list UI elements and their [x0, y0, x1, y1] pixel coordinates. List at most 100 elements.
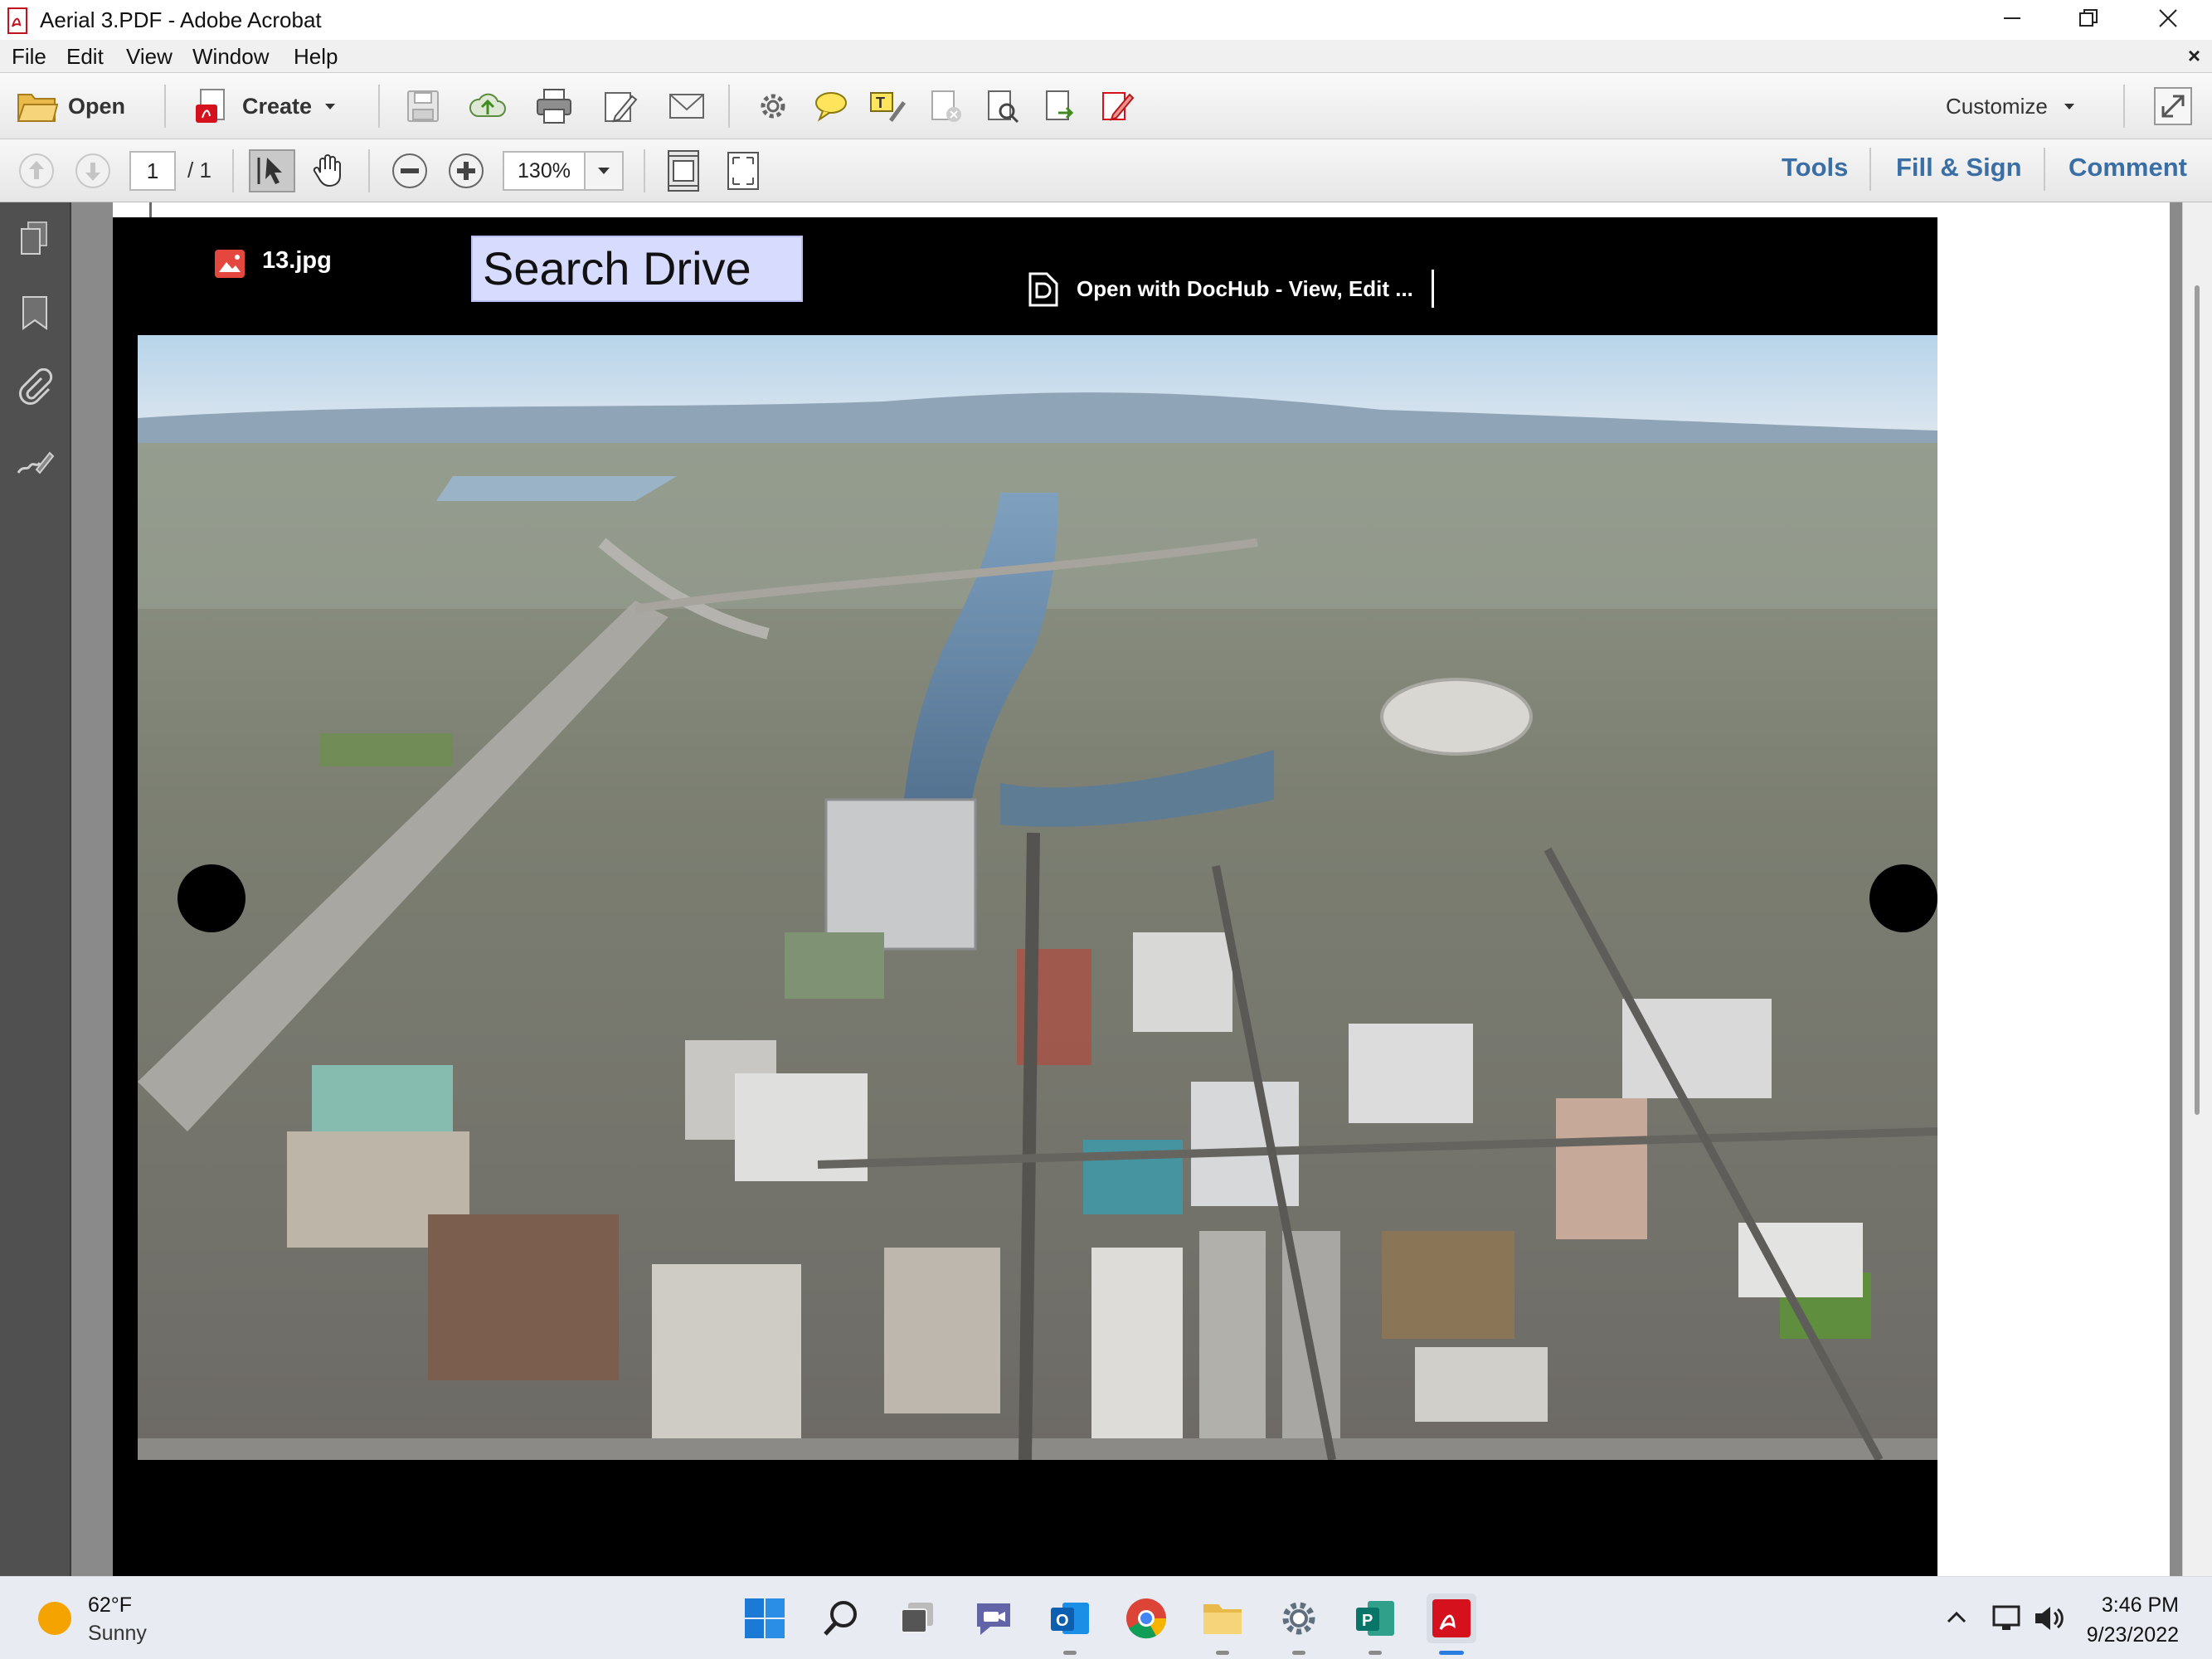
sign-document-icon[interactable]	[1096, 86, 1136, 126]
scrollbar-thumb[interactable]	[2195, 285, 2200, 1115]
comment-bubble-icon[interactable]	[811, 86, 851, 126]
comment-pane-link[interactable]: Comment	[2069, 153, 2187, 182]
create-pdf-icon	[196, 89, 225, 123]
cursor-select-icon	[257, 158, 282, 184]
teams-chat-button[interactable]	[969, 1593, 1018, 1643]
chevron-up-icon[interactable]	[1944, 1605, 1969, 1630]
task-view-button[interactable]	[892, 1593, 942, 1643]
highlight-text-icon[interactable]: T	[868, 86, 907, 126]
acrobat-icon	[1432, 1599, 1471, 1637]
svg-text:O: O	[1056, 1612, 1069, 1630]
customize-label: Customize	[1946, 93, 2048, 119]
next-page-icon[interactable]	[73, 151, 113, 191]
network-icon[interactable]	[1991, 1602, 2024, 1635]
open-button[interactable]: Open	[17, 83, 125, 129]
create-button[interactable]: Create	[192, 83, 338, 129]
toolbar-separator	[232, 149, 234, 192]
email-icon[interactable]	[667, 86, 707, 126]
menu-view[interactable]: View	[126, 43, 173, 70]
file-explorer-button[interactable]	[1198, 1593, 1247, 1655]
gear-icon	[1282, 1602, 1315, 1635]
print-icon[interactable]	[534, 86, 574, 126]
menu-window[interactable]: Window	[192, 43, 269, 70]
save-icon[interactable]	[403, 86, 443, 126]
outlook-icon: O	[1051, 1603, 1089, 1634]
clock-date[interactable]: 9/23/2022	[2087, 1623, 2179, 1647]
menu-edit[interactable]: Edit	[66, 43, 104, 70]
hand-tool-icon[interactable]	[309, 151, 348, 191]
page-number-input[interactable]: 1	[129, 151, 176, 191]
minimize-button[interactable]	[1976, 0, 2049, 36]
weather-temperature[interactable]: 62°F	[88, 1593, 132, 1618]
close-window-button[interactable]	[2132, 0, 2205, 36]
sunny-weather-icon[interactable]	[36, 1600, 73, 1637]
export-document-icon[interactable]	[1040, 86, 1080, 126]
file-name-label: 13.jpg	[262, 247, 332, 274]
open-with-label: Open with DocHub - View, Edit ...	[1077, 275, 1413, 301]
active-indicator	[1439, 1651, 1464, 1655]
start-button[interactable]	[740, 1593, 790, 1643]
taskbar-search-button[interactable]	[816, 1593, 866, 1643]
settings-button[interactable]	[1274, 1593, 1324, 1655]
attachments-paperclip-icon[interactable]	[15, 368, 55, 408]
open-label: Open	[68, 93, 126, 119]
edit-document-icon[interactable]	[600, 86, 640, 126]
divider	[1431, 270, 1434, 308]
tools-pane-link[interactable]: Tools	[1782, 153, 1848, 182]
close-document-button[interactable]: ×	[2188, 43, 2200, 69]
bookmarks-icon[interactable]	[15, 294, 55, 333]
zoom-in-icon[interactable]	[446, 151, 486, 191]
taskbar: 62°F Sunny O P 3:46 PM 9/23/2022	[0, 1576, 2212, 1659]
menu-help[interactable]: Help	[294, 43, 338, 70]
clock-time[interactable]: 3:46 PM	[2102, 1593, 2179, 1618]
search-drive-box[interactable]: Search Drive	[471, 236, 803, 302]
zoom-out-icon[interactable]	[390, 151, 430, 191]
next-image-button[interactable]	[1869, 864, 1937, 932]
acrobat-taskbar-button[interactable]	[1427, 1593, 1476, 1655]
toolbar-separator	[728, 85, 730, 128]
toolbar-separator	[164, 85, 166, 128]
select-tool-button[interactable]	[249, 149, 295, 192]
signatures-icon[interactable]	[15, 443, 55, 483]
zoom-level-input[interactable]: 130%	[503, 151, 586, 191]
menu-bar: File Edit View Window Help ×	[0, 40, 2212, 73]
upload-cloud-icon[interactable]	[468, 86, 508, 126]
full-screen-icon[interactable]	[723, 149, 763, 192]
open-with-dochub-button[interactable]: Open with DocHub - View, Edit ...	[1025, 269, 1434, 309]
task-view-icon	[901, 1603, 933, 1633]
menu-file[interactable]: File	[12, 43, 46, 70]
dochub-icon	[1028, 272, 1058, 307]
page-thumbnails-icon[interactable]	[15, 219, 55, 259]
vertical-scrollbar[interactable]	[2182, 202, 2212, 1576]
previous-image-button[interactable]	[177, 864, 246, 932]
aerial-city-photo	[138, 335, 1937, 1460]
folder-icon	[17, 94, 58, 122]
publisher-icon: P	[1356, 1601, 1394, 1636]
search-document-icon[interactable]	[982, 86, 1022, 126]
volume-icon[interactable]	[2032, 1602, 2065, 1635]
toolbar-separator	[378, 85, 380, 128]
svg-text:P: P	[1362, 1612, 1373, 1630]
running-indicator	[1292, 1651, 1305, 1655]
toolbar-separator	[368, 149, 370, 192]
weather-description[interactable]: Sunny	[88, 1622, 147, 1646]
image-viewer-frame: 13.jpg Search Drive Open with DocHub - V…	[113, 217, 1937, 1576]
title-bar: Aerial 3.PDF - Adobe Acrobat	[0, 0, 2212, 40]
publisher-button[interactable]: P	[1350, 1593, 1400, 1655]
chrome-icon	[1126, 1598, 1167, 1639]
page-total: / 1	[187, 158, 211, 182]
delete-page-icon[interactable]	[926, 86, 965, 126]
restore-button[interactable]	[2052, 0, 2125, 36]
fill-sign-pane-link[interactable]: Fill & Sign	[1896, 153, 2022, 182]
previous-page-icon[interactable]	[17, 151, 56, 191]
gear-icon[interactable]	[753, 86, 793, 126]
expand-icon[interactable]	[2153, 86, 2193, 126]
search-icon	[824, 1601, 857, 1636]
zoom-dropdown-button[interactable]	[584, 151, 624, 191]
fit-page-icon[interactable]	[664, 149, 703, 192]
running-indicator	[1369, 1651, 1382, 1655]
windows-icon	[745, 1598, 785, 1638]
customize-button[interactable]: Customize	[1946, 83, 2078, 129]
chrome-button[interactable]	[1121, 1593, 1171, 1643]
outlook-button[interactable]: O	[1045, 1593, 1095, 1655]
